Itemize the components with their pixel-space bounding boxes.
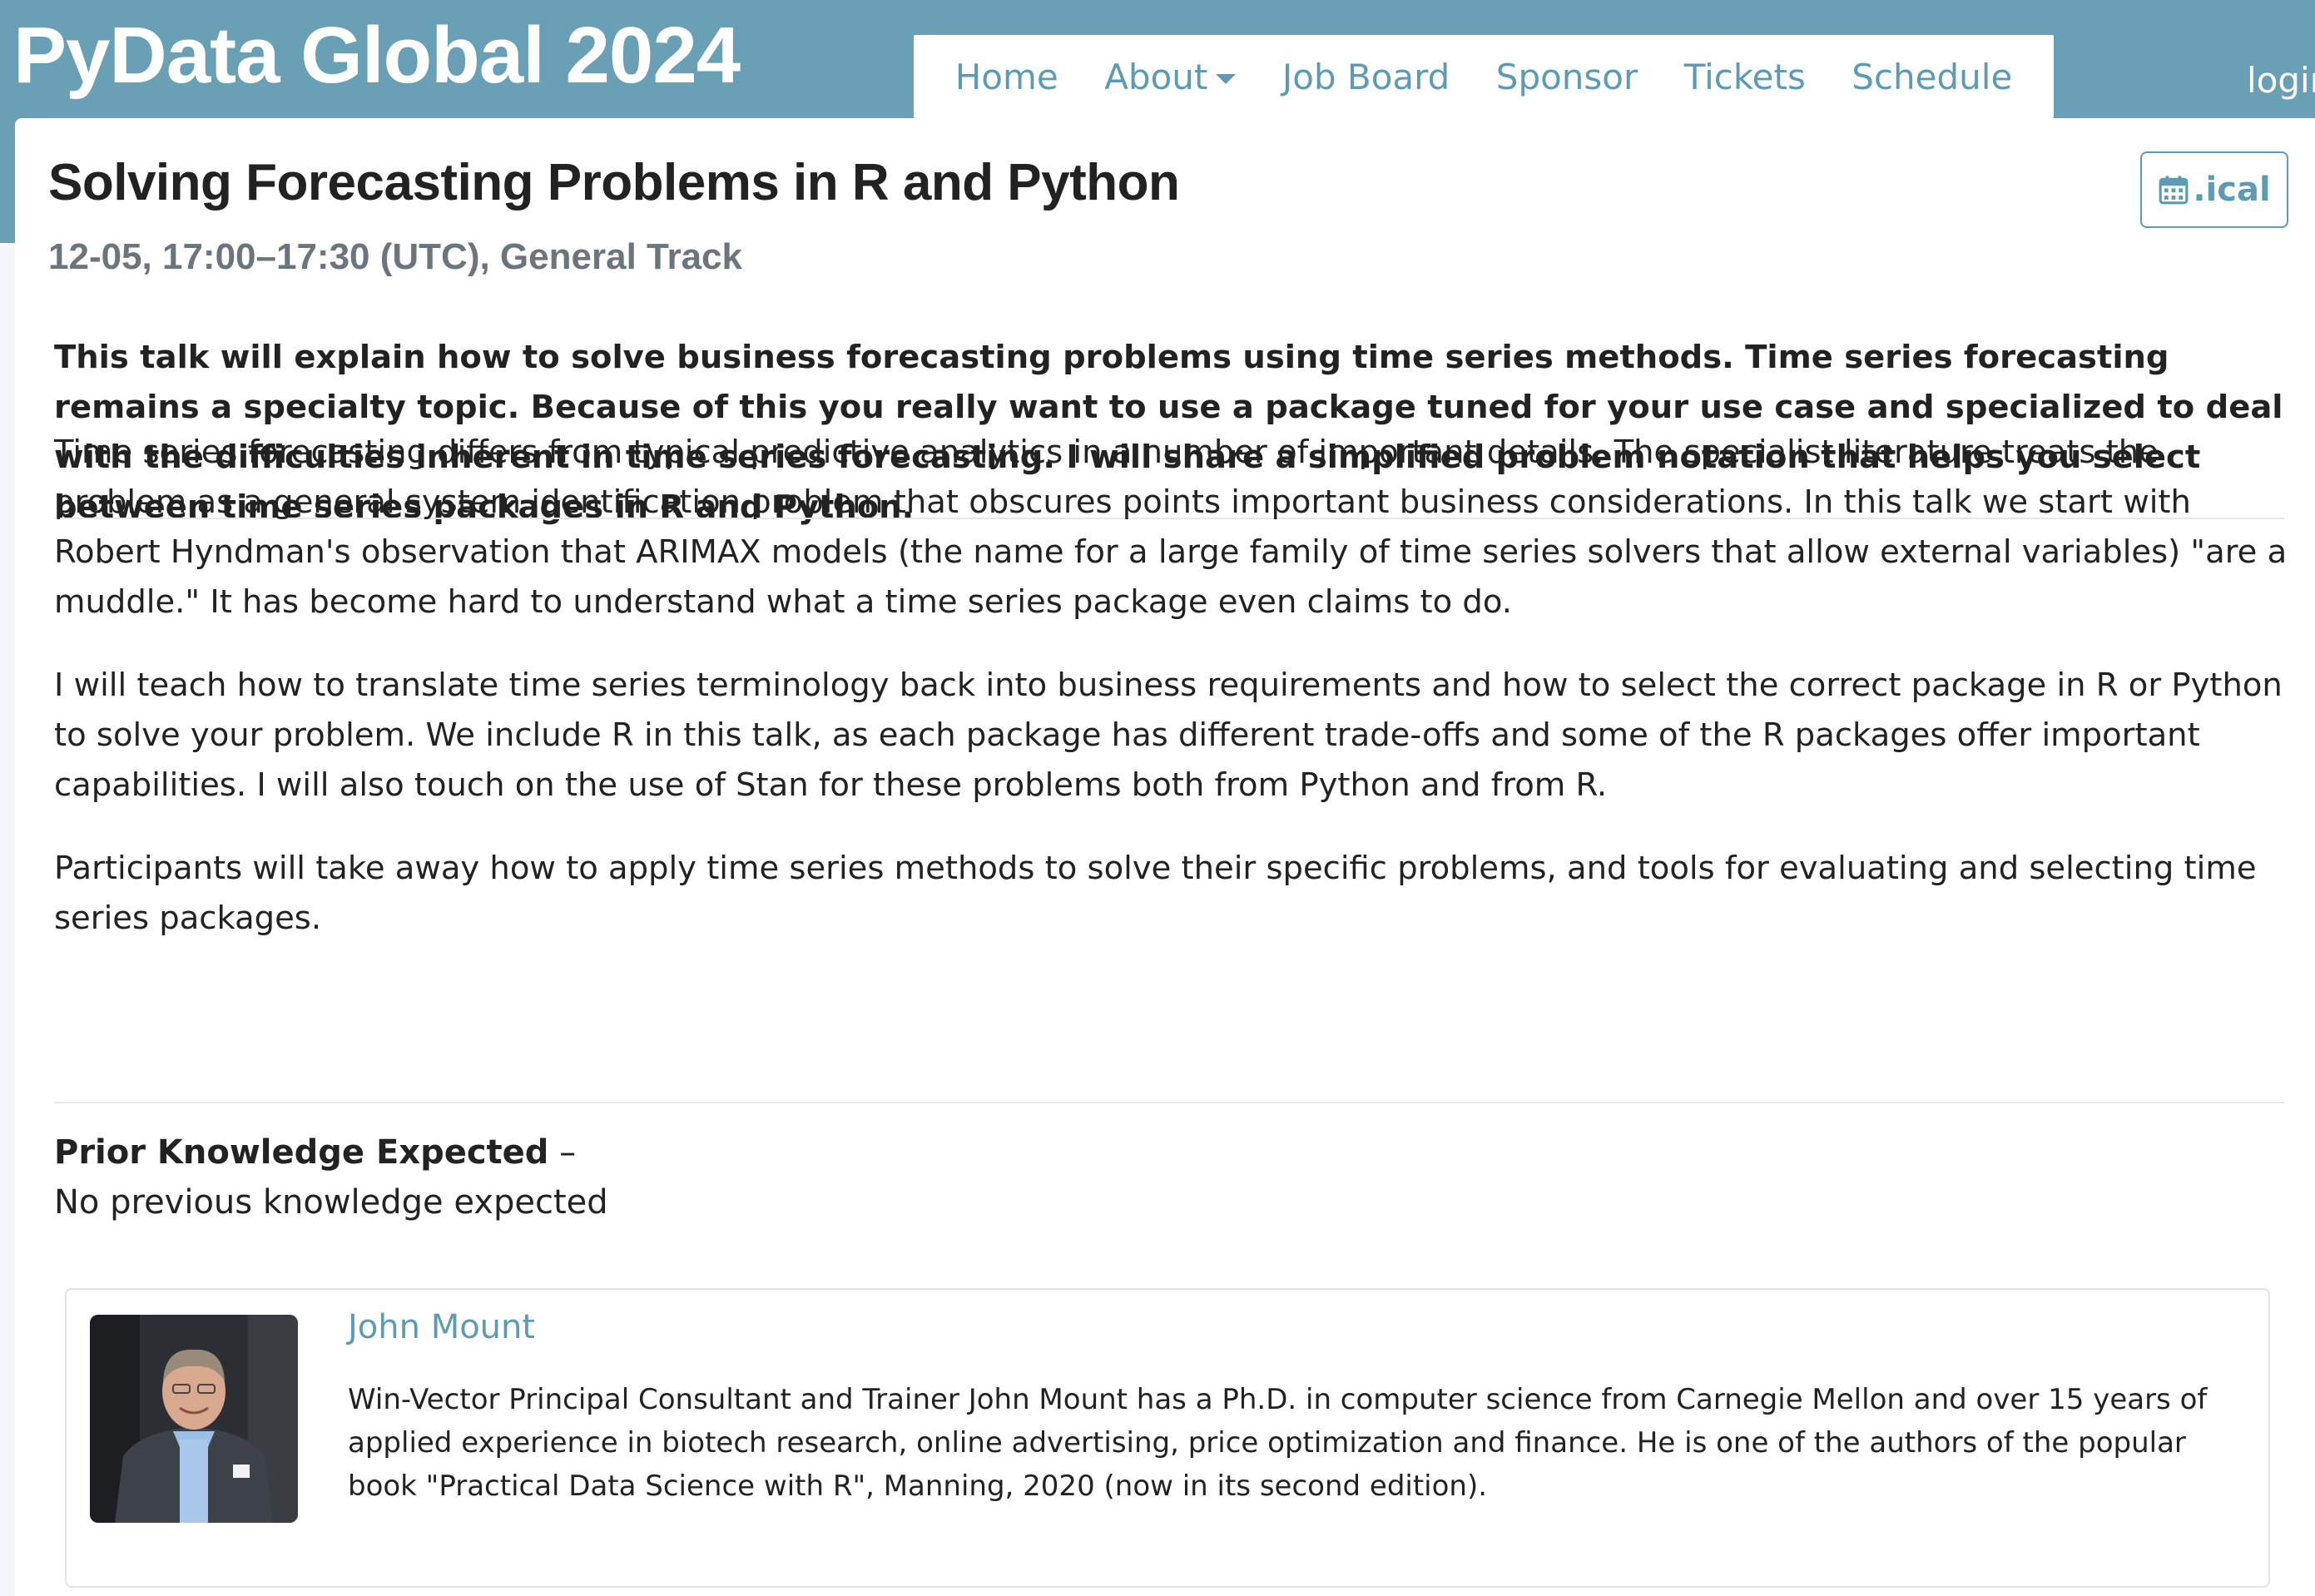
site-title[interactable]: PyData Global 2024 <box>13 2 741 110</box>
talk-title: Solving Forecasting Problems in R and Py… <box>48 154 1180 211</box>
nav-schedule[interactable]: Schedule <box>1852 57 2012 97</box>
divider <box>54 1102 2284 1103</box>
speaker-card: John Mount Win-Vector Principal Consulta… <box>65 1288 2270 1588</box>
nav-job-board[interactable]: Job Board <box>1282 57 1450 97</box>
description-paragraph: Participants will take away how to apply… <box>54 850 2257 937</box>
speaker-photo <box>90 1315 298 1523</box>
main-nav: Home About Job Board Sponsor Tickets Sch… <box>914 35 2054 118</box>
talk-meta: 12-05, 17:00–17:30 (UTC), General Track <box>48 236 743 277</box>
nav-sponsor[interactable]: Sponsor <box>1496 57 1638 97</box>
prior-knowledge-label: Prior Knowledge Expected – <box>54 1133 576 1172</box>
nav-about-label: About <box>1104 56 1208 97</box>
ical-label: .ical <box>2193 171 2271 209</box>
prior-knowledge-value: No previous knowledge expected <box>54 1183 608 1222</box>
description-paragraph: I will teach how to translate time serie… <box>54 667 2283 804</box>
description-paragraph: Time series forecasting differs from typ… <box>54 434 2288 621</box>
calendar-icon <box>2159 176 2189 205</box>
speaker-bio: Win-Vector Principal Consultant and Trai… <box>348 1383 2208 1503</box>
caret-down-icon <box>1216 74 1237 84</box>
talk-card: Solving Forecasting Problems in R and Py… <box>15 118 2315 1596</box>
prior-knowledge-heading: Prior Knowledge Expected <box>54 1133 549 1172</box>
nav-about[interactable]: About <box>1104 56 1237 97</box>
speaker-name-link[interactable]: John Mount <box>348 1308 535 1346</box>
prior-knowledge-dash: – <box>548 1133 577 1172</box>
nav-home[interactable]: Home <box>955 57 1058 97</box>
ical-button[interactable]: .ical <box>2140 151 2288 228</box>
login-link[interactable]: login <box>2247 60 2315 101</box>
nav-tickets[interactable]: Tickets <box>1684 57 1806 97</box>
